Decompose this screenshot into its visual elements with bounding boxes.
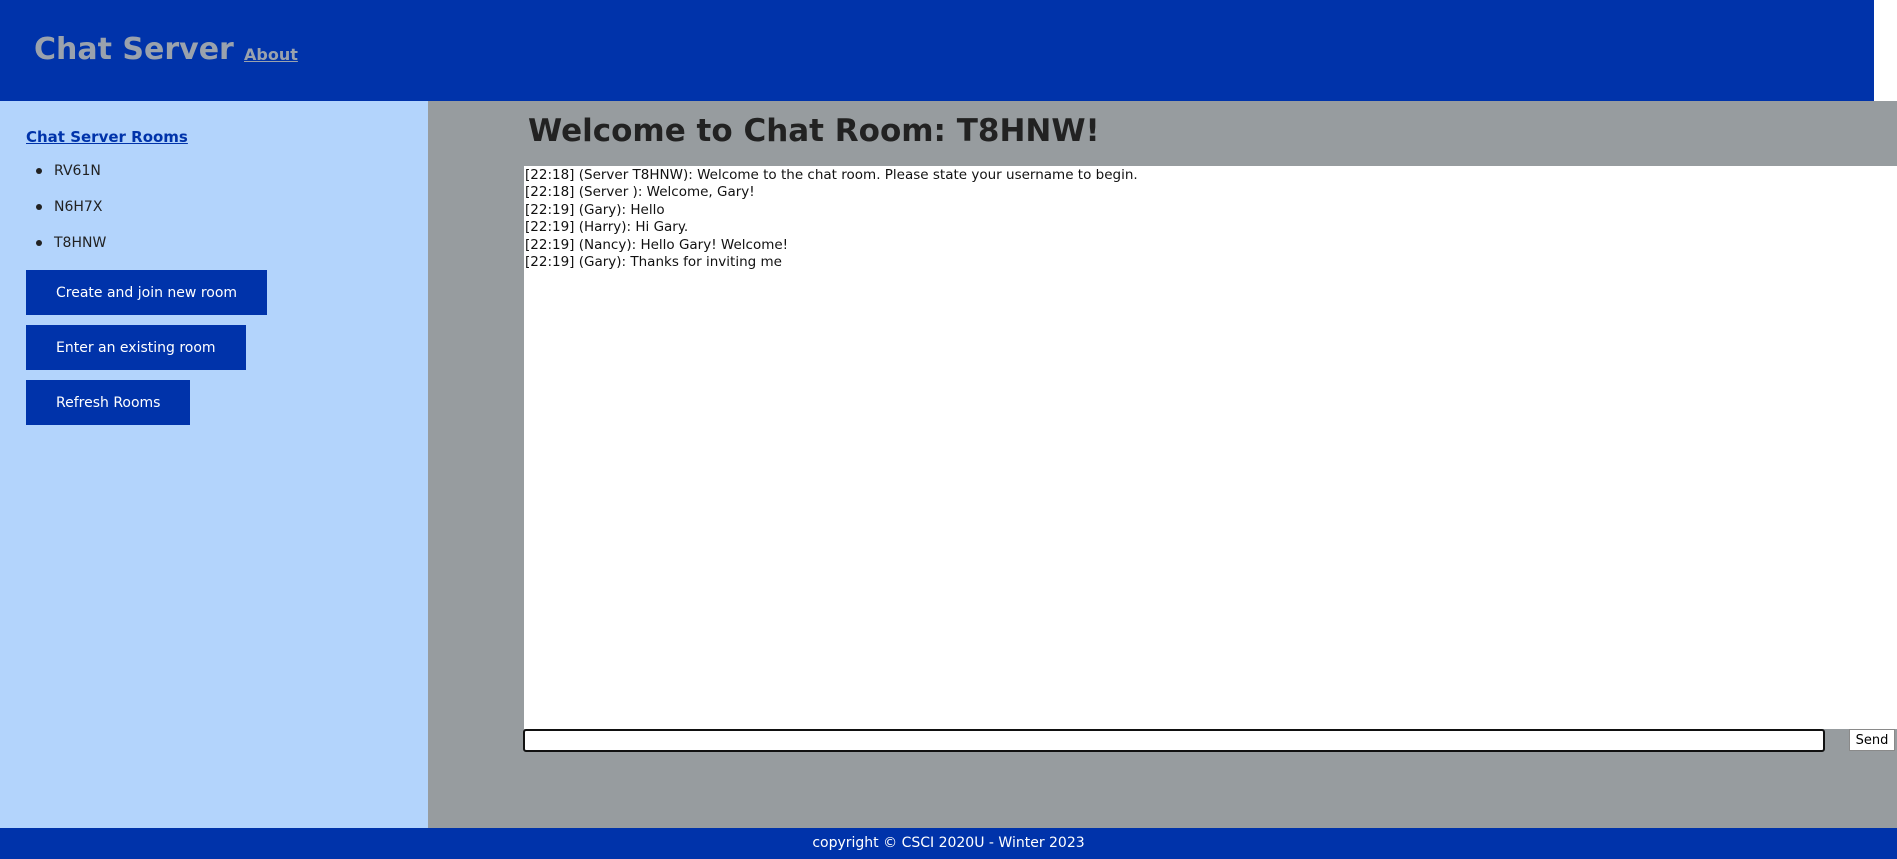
refresh-rooms-button[interactable]: Refresh Rooms bbox=[26, 380, 191, 425]
about-link[interactable]: About bbox=[244, 45, 298, 65]
enter-room-button[interactable]: Enter an existing room bbox=[26, 325, 246, 370]
room-list-item: N6H7X bbox=[0, 197, 106, 233]
create-room-button[interactable]: Create and join new room bbox=[26, 270, 268, 315]
chat-message: [22:19] (Nancy): Hello Gary! Welcome! bbox=[525, 236, 789, 253]
room-list: RV61N N6H7X T8HNW bbox=[0, 161, 106, 269]
app-title: Chat Server bbox=[34, 32, 234, 67]
rooms-heading-link[interactable]: Chat Server Rooms bbox=[26, 127, 188, 147]
footer: copyright © CSCI 2020U - Winter 2023 bbox=[0, 828, 1897, 859]
copyright-text: copyright © CSCI 2020U - Winter 2023 bbox=[812, 835, 1085, 851]
chat-message: [22:18] (Server T8HNW): Welcome to the c… bbox=[525, 167, 1138, 183]
chat-main: Welcome to Chat Room: T8HNW! [22:18] (Se… bbox=[428, 101, 1897, 828]
chat-message: [22:18] (Server ): Welcome, Gary! bbox=[525, 184, 755, 201]
room-list-item: T8HNW bbox=[0, 233, 106, 269]
chat-message: [22:19] (Harry): Hi Gary. bbox=[525, 219, 689, 236]
send-button[interactable]: Send bbox=[1849, 729, 1895, 751]
chat-log[interactable]: [22:18] (Server T8HNW): Welcome to the c… bbox=[524, 166, 1897, 729]
chat-message: [22:19] (Gary): Thanks for inviting me bbox=[525, 254, 782, 271]
chat-message: [22:19] (Gary): Hello bbox=[525, 201, 665, 218]
sidebar: Chat Server Rooms RV61N N6H7X T8HNW Crea… bbox=[0, 101, 428, 828]
room-list-item: RV61N bbox=[0, 161, 106, 197]
top-header: Chat Server About bbox=[0, 0, 1874, 101]
message-input[interactable] bbox=[523, 729, 1825, 752]
room-title: Welcome to Chat Room: T8HNW! bbox=[528, 113, 1100, 149]
